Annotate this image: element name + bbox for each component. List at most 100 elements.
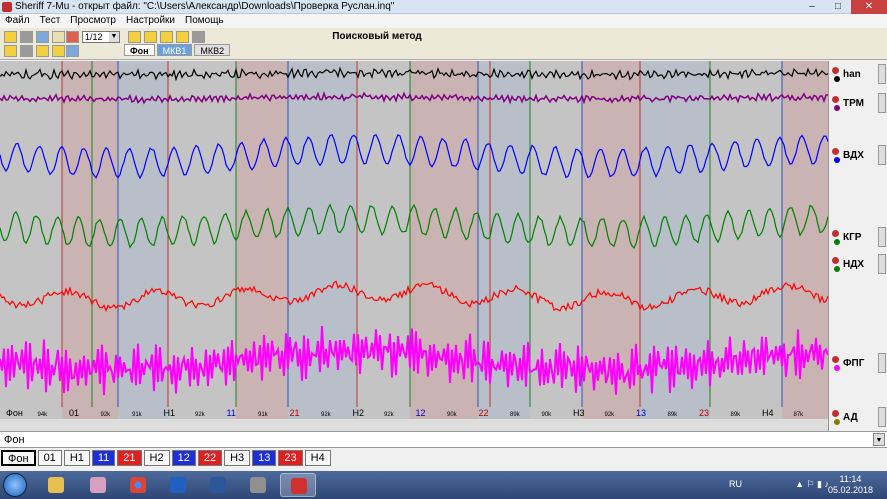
timeline-label: 01 (69, 408, 79, 418)
menu-test[interactable]: Тест (35, 14, 66, 28)
menu-view[interactable]: Просмотр (65, 14, 121, 28)
channel-scale-spinner[interactable] (878, 93, 886, 113)
timeline-label: 89k (731, 412, 742, 418)
settings-icon[interactable] (36, 31, 49, 43)
question-button[interactable]: H2 (144, 450, 170, 466)
channel-color-dot (834, 76, 840, 82)
question-button[interactable]: 01 (38, 450, 62, 466)
channel-name: han (843, 69, 861, 80)
channel-settings-icon[interactable] (832, 257, 839, 264)
timeline-label: 21 (290, 408, 300, 418)
channel-ad[interactable]: АД (831, 407, 886, 427)
question-buttons: Фон 01 H1 11 21 H2 12 22 H3 13 23 H4 (0, 449, 332, 467)
tray-icons[interactable]: ▲ ⚐ ▮ ♪ (795, 479, 829, 490)
channel-settings-icon[interactable] (832, 410, 839, 417)
chevron-down-icon[interactable]: ▼ (109, 32, 119, 42)
taskbar-app-paint[interactable] (80, 473, 116, 497)
clock-icon[interactable] (52, 45, 65, 57)
channel-fpg[interactable]: ФПГ (831, 353, 886, 373)
question-button[interactable]: H4 (305, 450, 331, 466)
channel-settings-icon[interactable] (832, 356, 839, 363)
question-button[interactable]: 23 (278, 450, 302, 466)
play-icon[interactable] (128, 31, 141, 43)
taskbar: RU ▲ ⚐ ▮ ♪ 11:14 05.02.2018 (0, 471, 887, 499)
close-button[interactable]: ✕ (851, 0, 887, 14)
language-indicator[interactable]: RU (729, 479, 742, 489)
channel-color-dot (834, 266, 840, 272)
taskbar-app-sheriff[interactable] (280, 473, 316, 497)
start-button[interactable] (3, 473, 27, 497)
timeline-label: 91k (258, 412, 269, 418)
app-icon (2, 2, 12, 12)
channel-vdh[interactable]: ВДХ (831, 145, 886, 165)
question-button[interactable]: Фон (1, 450, 36, 466)
taskbar-app-chrome[interactable] (120, 473, 156, 497)
channel-panel: han ТРМ ВДХ КГР НДХ ФПГ АД (828, 61, 887, 431)
channel-scale-spinner[interactable] (878, 353, 886, 373)
tools-icon[interactable] (52, 31, 65, 43)
menu-help[interactable]: Помощь (180, 14, 229, 28)
grid-icon[interactable] (20, 45, 33, 57)
menu-bar: Файл Тест Просмотр Настройки Помощь (0, 14, 887, 28)
timeline-label: 91k (132, 412, 143, 418)
new-icon[interactable] (20, 31, 33, 43)
channel-kgr[interactable]: КГР (831, 227, 886, 247)
word-icon (210, 477, 226, 493)
marker-icon[interactable] (176, 31, 189, 43)
print-icon[interactable] (192, 31, 205, 43)
open-icon[interactable] (4, 31, 17, 43)
channel-scale-spinner[interactable] (878, 254, 886, 274)
method-title: Поисковый метод (328, 30, 886, 43)
question-button[interactable]: 21 (117, 450, 141, 466)
tab-background[interactable]: Фон (124, 44, 155, 56)
timeline-label: 92k (101, 412, 112, 418)
channel-settings-icon[interactable] (832, 67, 839, 74)
polygraph-chart[interactable]: Фон 94k 01 92k 91k H1 92k 11 91k 21 92k H2 92k 12 90k 2… (0, 61, 828, 419)
record-icon[interactable] (144, 31, 157, 43)
phase-select[interactable]: Фон ▼ (0, 431, 887, 448)
question-button[interactable]: 11 (92, 450, 115, 466)
channel-han[interactable]: han (831, 64, 886, 84)
menu-settings[interactable]: Настройки (121, 14, 180, 28)
question-button[interactable]: 13 (252, 450, 276, 466)
channel-color-dot (834, 105, 840, 111)
tab-mkv1[interactable]: МКВ1 (157, 44, 193, 56)
chart-icon[interactable] (66, 45, 79, 57)
channel-scale-spinner[interactable] (878, 407, 886, 427)
taskbar-app-explorer[interactable] (38, 473, 74, 497)
timeline-label: H1 (164, 408, 176, 418)
tab-mkv2[interactable]: МКВ2 (194, 44, 230, 56)
channel-scale-spinner[interactable] (878, 145, 886, 165)
channel-scale-spinner[interactable] (878, 64, 886, 84)
timeline-label: 89k (510, 412, 521, 418)
question-button[interactable]: 12 (172, 450, 196, 466)
channel-settings-icon[interactable] (832, 148, 839, 155)
taskbar-app-word[interactable] (200, 473, 236, 497)
face-icon[interactable] (36, 45, 49, 57)
scale-select[interactable]: 1/12 ▼ (82, 31, 120, 43)
channel-scale-spinner[interactable] (878, 227, 886, 247)
minimize-button[interactable]: – (799, 0, 825, 14)
folder-icon[interactable] (4, 45, 17, 57)
channel-settings-icon[interactable] (832, 230, 839, 237)
channel-name: НДХ (843, 259, 864, 270)
question-button[interactable]: H3 (224, 450, 250, 466)
question-button[interactable]: 22 (198, 450, 222, 466)
maximize-button[interactable]: □ (825, 0, 851, 14)
channel-settings-icon[interactable] (832, 96, 839, 103)
taskbar-app-media[interactable] (160, 473, 196, 497)
stop-icon[interactable] (160, 31, 173, 43)
channel-ndh[interactable]: НДХ (831, 254, 886, 274)
channel-color-dot (834, 157, 840, 163)
chevron-down-icon[interactable]: ▼ (873, 433, 885, 446)
timeline-label: 89k (668, 412, 679, 418)
clock[interactable]: 11:14 05.02.2018 (828, 474, 873, 496)
graph-icon[interactable] (66, 31, 79, 43)
taskbar-app-webcam[interactable] (240, 473, 276, 497)
timeline-scrollbar[interactable] (0, 419, 828, 431)
webcam-icon (250, 477, 266, 493)
timeline-label: 23 (699, 408, 709, 418)
question-button[interactable]: H1 (64, 450, 90, 466)
menu-file[interactable]: Файл (0, 14, 35, 28)
channel-trm[interactable]: ТРМ (831, 93, 886, 113)
